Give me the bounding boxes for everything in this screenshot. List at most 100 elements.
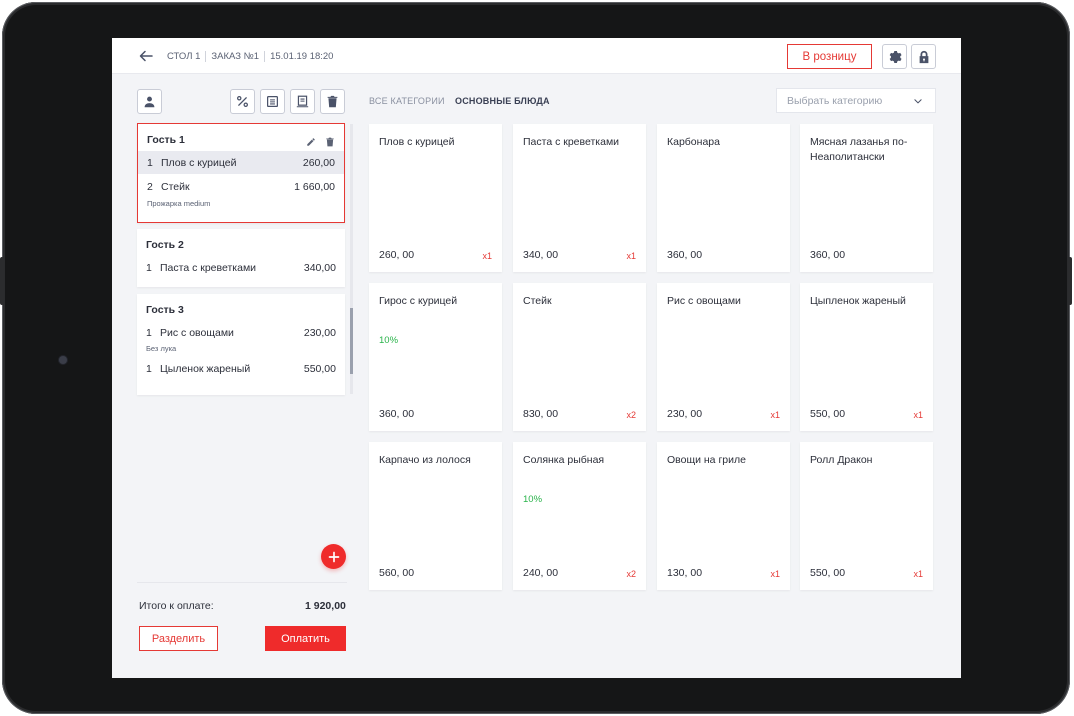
- total-value: 1 920,00: [305, 600, 346, 612]
- line-qty: 1: [146, 363, 152, 375]
- dish-discount: 10%: [523, 494, 543, 505]
- dish-card[interactable]: Солянка рыбная 10% 240, 00 x2: [513, 442, 646, 590]
- dish-name: Ролл Дракон: [810, 454, 873, 466]
- table-label: СТОЛ 1: [167, 51, 201, 62]
- dish-price: 830, 00: [523, 408, 559, 420]
- percent-icon: [237, 96, 248, 107]
- total-label: Итого к оплате:: [139, 600, 214, 612]
- line-qty: 1: [146, 327, 152, 339]
- dish-name: Гирос с курицей: [379, 295, 458, 307]
- line-note: Прожарка medium: [147, 199, 211, 208]
- category-all-link[interactable]: ВСЕ КАТЕГОРИИ: [369, 96, 445, 106]
- dish-card[interactable]: Стейк 830, 00 x2: [513, 283, 646, 431]
- side-button: [1068, 257, 1072, 305]
- line-price: 230,00: [303, 327, 336, 339]
- dish-qty-badge: x1: [770, 410, 780, 420]
- dish-card[interactable]: Паста с креветками 340, 00 x1: [513, 124, 646, 272]
- dish-name: Карбонара: [667, 136, 720, 148]
- pencil-icon[interactable]: [306, 134, 316, 146]
- lock-button[interactable]: [911, 44, 936, 69]
- guest-title: Гость 1: [147, 134, 185, 146]
- dish-name: Стейк: [523, 295, 552, 307]
- gear-icon: [889, 50, 902, 63]
- dish-price: 560, 00: [379, 567, 415, 579]
- line-name: Цыленок жареный: [160, 363, 251, 375]
- line-qty: 1: [147, 157, 153, 169]
- dish-name: Цыпленок жареный: [810, 295, 906, 307]
- chevron-down-icon: [914, 99, 922, 104]
- line-name: Рис с овощами: [160, 327, 234, 339]
- guest-card[interactable]: Гость 1 1 Плов с курицей 260,00 2 Стейк …: [137, 123, 345, 223]
- receipt-button[interactable]: [260, 89, 285, 114]
- dish-qty-badge: x1: [913, 410, 923, 420]
- dish-price: 360, 00: [810, 249, 846, 261]
- dish-name: Овощи на гриле: [667, 454, 746, 466]
- top-bar: СТОЛ 1 ЗАКАЗ №1 15.01.19 18:20 В розницу: [112, 38, 961, 74]
- dish-qty-badge: x1: [913, 569, 923, 579]
- breadcrumb: СТОЛ 1 ЗАКАЗ №1 15.01.19 18:20: [167, 51, 333, 62]
- retail-button[interactable]: В розницу: [787, 44, 872, 69]
- dish-price: 360, 00: [667, 249, 703, 261]
- dish-name: Солянка рыбная: [523, 454, 605, 466]
- dish-price: 360, 00: [379, 408, 415, 420]
- dish-card[interactable]: Карпачо из лолося 560, 00: [369, 442, 502, 590]
- line-qty: 1: [146, 262, 152, 274]
- order-label: ЗАКАЗ №1: [211, 51, 260, 62]
- guest-button[interactable]: [137, 89, 162, 114]
- line-price: 550,00: [303, 363, 336, 375]
- dish-name: Карпачо из лолося: [379, 454, 471, 466]
- dish-qty-badge: x1: [770, 569, 780, 579]
- dish-card[interactable]: Карбонара 360, 00: [657, 124, 790, 272]
- camera: [59, 356, 67, 364]
- dish-card[interactable]: Гирос с курицей 10% 360, 00: [369, 283, 502, 431]
- line-name: Плов с курицей: [161, 157, 237, 169]
- dish-price: 340, 00: [523, 249, 559, 261]
- plus-icon: [328, 551, 339, 562]
- dish-name: Паста с креветками: [523, 136, 620, 148]
- order-line[interactable]: 2 Стейк 1 660,00: [138, 175, 344, 198]
- dish-name: Плов с курицей: [379, 136, 455, 148]
- settings-button[interactable]: [882, 44, 907, 69]
- order-line[interactable]: 1 Плов с курицей 260,00: [138, 151, 344, 174]
- line-name: Паста с креветками: [160, 262, 257, 274]
- print-button[interactable]: [290, 89, 315, 114]
- trash-icon[interactable]: [325, 134, 335, 147]
- dish-price: 260, 00: [379, 249, 415, 261]
- pay-button[interactable]: Оплатить: [265, 626, 346, 651]
- delete-order-button[interactable]: [320, 89, 345, 114]
- pos-screen: СТОЛ 1 ЗАКАЗ №1 15.01.19 18:20 В розницу…: [112, 38, 961, 678]
- line-note: Без лука: [146, 344, 177, 353]
- guest-card[interactable]: Гость 3 1 Рис с овощами 230,00 Без лука …: [137, 294, 345, 395]
- scrollbar-thumb[interactable]: [350, 308, 353, 374]
- dish-price: 240, 00: [523, 567, 559, 579]
- add-guest-button[interactable]: [321, 544, 346, 569]
- dish-price: 550, 00: [810, 408, 846, 420]
- dish-card[interactable]: Цыпленок жареный 550, 00 x1: [800, 283, 933, 431]
- arrow-left-icon[interactable]: [138, 48, 154, 64]
- category-select[interactable]: Выбрать категорию: [776, 88, 936, 113]
- order-line[interactable]: 1 Цыленок жареный 550,00: [137, 357, 345, 380]
- dish-card[interactable]: Мясная лазанья по-Неаполитански 360, 00: [800, 124, 933, 272]
- line-qty: 2: [147, 181, 153, 193]
- line-name: Стейк: [161, 181, 190, 193]
- category-select-placeholder: Выбрать категорию: [787, 94, 883, 107]
- dish-card[interactable]: Рис с овощами 230, 00 x1: [657, 283, 790, 431]
- dish-card[interactable]: Плов с курицей 260, 00 x1: [369, 124, 502, 272]
- order-line[interactable]: 1 Рис с овощами 230,00: [137, 321, 345, 344]
- dish-name: Мясная лазанья по-Неаполитански: [810, 136, 908, 163]
- split-button[interactable]: Разделить: [139, 626, 218, 651]
- dish-price: 230, 00: [667, 408, 703, 420]
- dish-card[interactable]: Овощи на гриле 130, 00 x1: [657, 442, 790, 590]
- dish-discount: 10%: [379, 335, 399, 346]
- person-icon: [144, 96, 155, 108]
- dish-qty-badge: x2: [626, 569, 636, 579]
- receipt-icon: [267, 96, 278, 107]
- lock-icon: [919, 50, 928, 63]
- order-line[interactable]: 1 Паста с креветками 340,00: [137, 256, 345, 279]
- dish-card[interactable]: Ролл Дракон 550, 00 x1: [800, 442, 933, 590]
- discount-button[interactable]: [230, 89, 255, 114]
- print-receipt-icon: [296, 95, 309, 108]
- dish-name: Рис с овощами: [667, 295, 741, 307]
- guest-card[interactable]: Гость 2 1 Паста с креветками 340,00: [137, 229, 345, 287]
- category-current[interactable]: ОСНОВНЫЕ БЛЮДА: [455, 96, 550, 106]
